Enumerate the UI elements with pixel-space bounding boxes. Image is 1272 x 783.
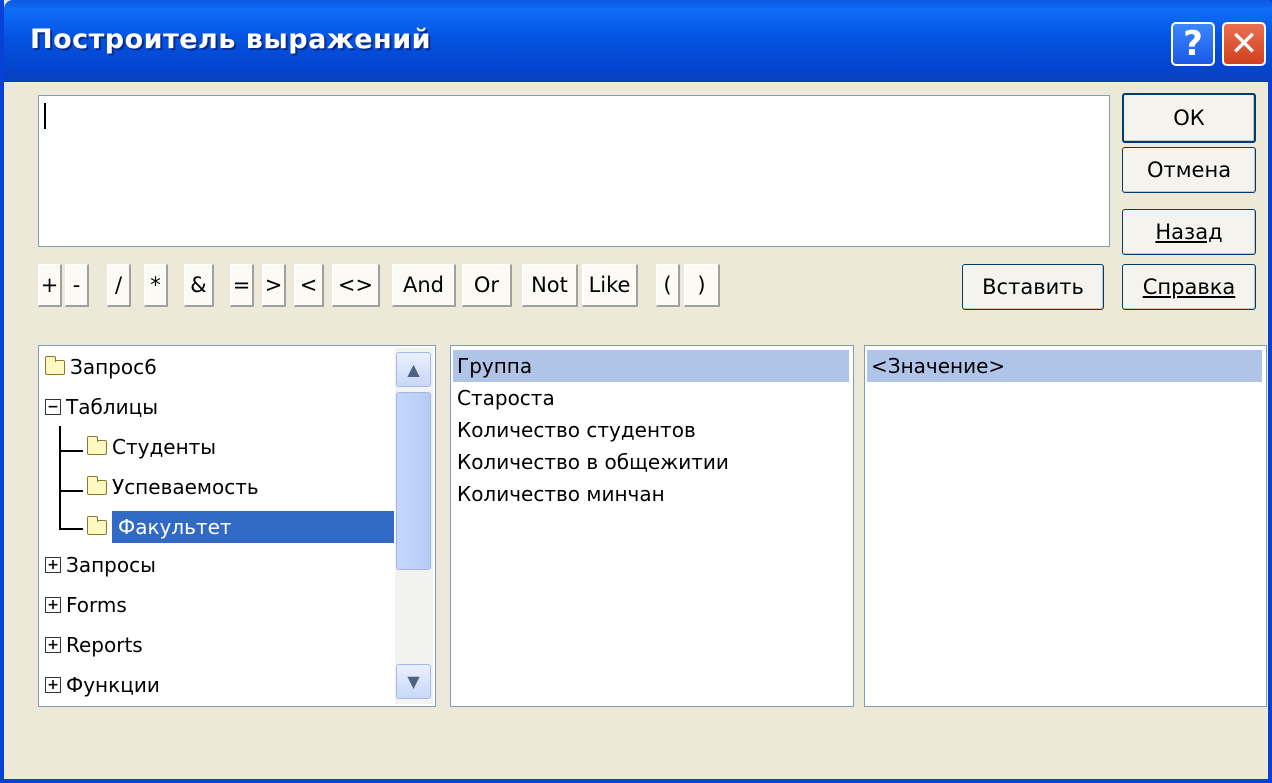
fields-list[interactable]: Группа Староста Количество студентов Кол… <box>450 345 854 707</box>
tree-item-forms[interactable]: + Forms <box>45 588 127 622</box>
scroll-thumb[interactable] <box>396 392 431 570</box>
op-less-button[interactable]: < <box>294 264 324 307</box>
tree-item-performance[interactable]: Успеваемость <box>87 470 259 504</box>
help-icon[interactable]: ? <box>1171 22 1215 66</box>
list-item[interactable]: Количество студентов <box>453 414 696 446</box>
op-concat-button[interactable]: & <box>184 264 214 307</box>
folder-closed-icon <box>87 435 107 455</box>
expand-icon[interactable]: + <box>45 557 61 573</box>
op-divide-button[interactable]: / <box>107 264 131 307</box>
list-item[interactable]: Количество в общежитии <box>453 446 729 478</box>
expand-icon[interactable]: + <box>45 597 61 613</box>
op-close-paren-button[interactable]: ) <box>684 264 720 307</box>
help-button[interactable]: Справка <box>1122 264 1256 310</box>
tree-item-zapros6[interactable]: Запрос6 <box>45 350 157 384</box>
values-list[interactable]: <Значение> <box>864 345 1267 707</box>
tree-line <box>59 426 61 528</box>
tree-item-faculty[interactable]: Факультет <box>87 510 394 544</box>
tree-item-reports[interactable]: + Reports <box>45 628 143 662</box>
list-item[interactable]: Группа <box>453 350 849 382</box>
ok-button[interactable]: ОК <box>1122 93 1256 143</box>
expression-builder-dialog: Построитель выражений ? ✕ ОК Отмена Наза… <box>0 0 1272 783</box>
scroll-up-icon[interactable]: ▲ <box>396 352 431 387</box>
scroll-down-icon[interactable]: ▼ <box>396 664 431 699</box>
op-like-button[interactable]: Like <box>582 264 638 307</box>
cancel-button[interactable]: Отмена <box>1122 147 1256 193</box>
op-multiply-button[interactable]: * <box>144 264 168 307</box>
op-minus-button[interactable]: - <box>65 264 89 307</box>
folder-closed-icon <box>87 475 107 495</box>
op-greater-button[interactable]: > <box>262 264 286 307</box>
collapse-icon[interactable]: − <box>45 399 61 415</box>
op-plus-button[interactable]: + <box>38 264 62 307</box>
tree-line <box>59 528 83 530</box>
tree-list[interactable]: Запрос6 − Таблицы Студенты Успеваемость … <box>38 345 436 707</box>
tree-item-students[interactable]: Студенты <box>87 430 216 464</box>
op-or-button[interactable]: Or <box>462 264 512 307</box>
list-item[interactable]: Староста <box>453 382 555 414</box>
op-and-button[interactable]: And <box>392 264 456 307</box>
tree-item-tables[interactable]: − Таблицы <box>45 390 158 424</box>
tree-scrollbar[interactable]: ▲ ▼ <box>395 348 433 704</box>
tree-line <box>59 450 83 452</box>
tree-line <box>59 490 83 492</box>
op-not-button[interactable]: Not <box>522 264 578 307</box>
op-open-paren-button[interactable]: ( <box>656 264 680 307</box>
list-item[interactable]: Количество минчан <box>453 478 665 510</box>
insert-button[interactable]: Вставить <box>962 264 1104 310</box>
op-equals-button[interactable]: = <box>230 264 254 307</box>
folder-open-icon <box>87 515 107 535</box>
tree-item-functions[interactable]: + Функции <box>45 668 160 702</box>
folder-closed-icon <box>45 355 65 375</box>
title-bar[interactable]: Построитель выражений ? ✕ <box>4 0 1272 82</box>
close-icon[interactable]: ✕ <box>1222 22 1266 66</box>
text-caret <box>44 103 46 129</box>
op-notequal-button[interactable]: <> <box>332 264 380 307</box>
expression-textarea[interactable] <box>38 95 1110 247</box>
window-title: Построитель выражений <box>30 24 432 55</box>
expand-icon[interactable]: + <box>45 637 61 653</box>
back-button[interactable]: Назад <box>1122 209 1256 255</box>
tree-item-queries[interactable]: + Запросы <box>45 548 156 582</box>
expand-icon[interactable]: + <box>45 677 61 693</box>
list-item[interactable]: <Значение> <box>867 350 1262 382</box>
